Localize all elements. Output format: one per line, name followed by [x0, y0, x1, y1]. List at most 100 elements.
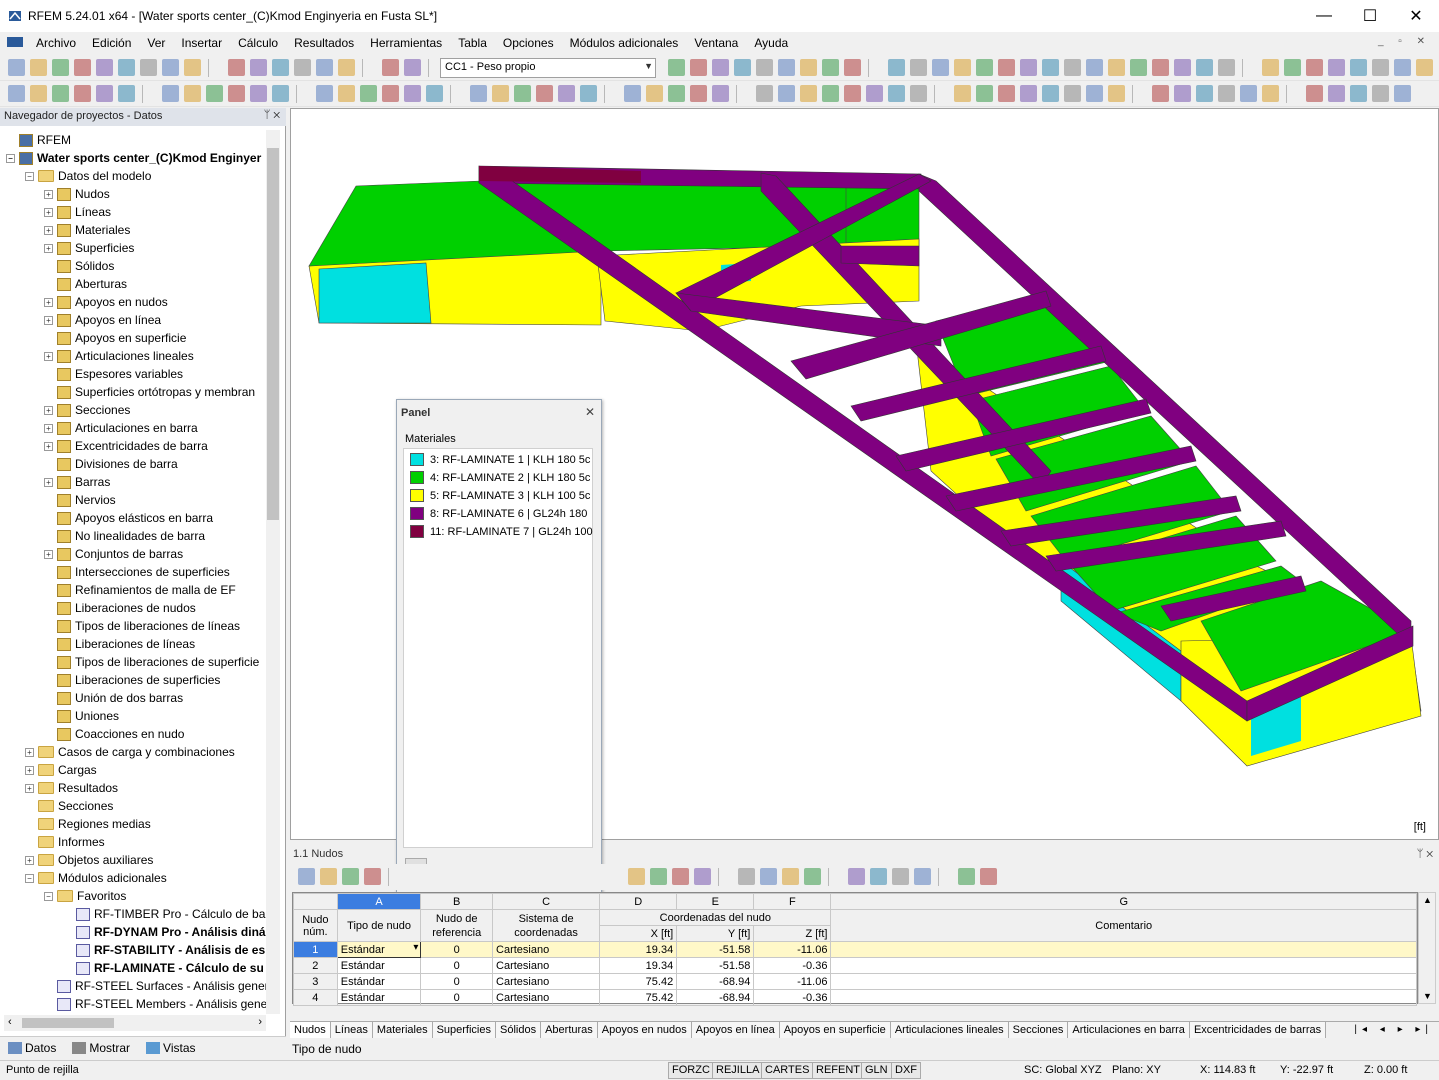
col-g-header[interactable]: G [830, 893, 1417, 910]
toolbar-tool-icon[interactable] [954, 59, 971, 76]
toolbar-tool-icon[interactable] [1306, 85, 1323, 102]
tree-node[interactable]: + Excentricidades de barra [44, 437, 208, 455]
cell-x[interactable]: 75.42 [599, 973, 678, 990]
sheet-tab[interactable]: Apoyos en línea [691, 1022, 780, 1038]
toolbar-tool-icon[interactable] [1152, 59, 1169, 76]
tree-node[interactable]: + Materiales [44, 221, 130, 239]
toolbar-tool-icon[interactable] [822, 59, 839, 76]
mdi-controls-icon[interactable]: _ ▫ ✕ [1378, 36, 1431, 47]
toolbar-tool-icon[interactable] [738, 868, 755, 885]
tree-node[interactable]: RF-STEEL Surfaces - Análisis gener [44, 977, 269, 995]
toggle-gln[interactable]: GLN [861, 1062, 892, 1079]
toolbar-tool-icon[interactable] [800, 59, 817, 76]
cell-y[interactable]: -68.94 [676, 989, 755, 1006]
toolbar-tool-icon[interactable] [1306, 59, 1323, 76]
toolbar-tool-icon[interactable] [96, 59, 113, 76]
toolbar-tool-icon[interactable] [1262, 59, 1279, 76]
toolbar-tool-icon[interactable] [118, 85, 135, 102]
expand-icon[interactable]: + [44, 207, 53, 217]
cell-x[interactable]: 19.34 [599, 941, 678, 958]
collapse-icon[interactable]: − [44, 891, 53, 901]
toolbar-tool-icon[interactable] [74, 85, 91, 102]
row-number[interactable]: 3 [293, 973, 338, 990]
expand-icon[interactable]: + [44, 441, 53, 451]
tree-node[interactable]: Divisiones de barra [44, 455, 178, 473]
toolbar-tool-icon[interactable] [206, 85, 223, 102]
toolbar-tool-icon[interactable] [1174, 85, 1191, 102]
maximize-button[interactable]: ☐ [1347, 0, 1393, 32]
toolbar-tool-icon[interactable] [932, 59, 949, 76]
toolbar-tool-icon[interactable] [804, 868, 821, 885]
toolbar-tool-icon[interactable] [1108, 85, 1125, 102]
toolbar-tool-icon[interactable] [1086, 59, 1103, 76]
toggle-forzc[interactable]: FORZC [668, 1062, 714, 1079]
toolbar-tool-icon[interactable] [1218, 85, 1235, 102]
cell-comentario[interactable] [830, 957, 1417, 974]
toolbar-tool-icon[interactable] [1218, 59, 1235, 76]
tree-node[interactable]: + Cargas [25, 761, 97, 779]
tree-node[interactable]: + Nudos [44, 185, 110, 203]
toolbar-tool-icon[interactable] [690, 59, 707, 76]
sheet-tab[interactable]: Articulaciones en barra [1068, 1022, 1190, 1038]
cell-y[interactable]: -51.58 [676, 957, 755, 974]
toolbar-tool-icon[interactable] [998, 59, 1015, 76]
toolbar-tool-icon[interactable] [272, 59, 289, 76]
toggle-refent[interactable]: REFENT [812, 1062, 864, 1079]
toolbar-tool-icon[interactable] [294, 59, 311, 76]
toolbar-tool-icon[interactable] [1152, 85, 1169, 102]
expand-icon[interactable]: + [44, 477, 53, 487]
toolbar-tool-icon[interactable] [914, 868, 931, 885]
row-number[interactable]: 1 [293, 941, 338, 958]
toolbar-tool-icon[interactable] [1196, 85, 1213, 102]
tree-node[interactable]: + Secciones [44, 401, 130, 419]
toolbar-tool-icon[interactable] [118, 59, 135, 76]
toolbar-tool-icon[interactable] [778, 59, 795, 76]
toolbar-tool-icon[interactable] [250, 59, 267, 76]
tree-node[interactable]: Liberaciones de superficies [44, 671, 220, 689]
tree-node[interactable]: + Barras [44, 473, 110, 491]
toggle-dxf[interactable]: DXF [891, 1062, 921, 1079]
toolbar-tool-icon[interactable] [690, 85, 707, 102]
cell-sistema[interactable]: Cartesiano [492, 957, 601, 974]
menu-calculo[interactable]: Cálculo [230, 36, 286, 50]
tree-node[interactable]: Liberaciones de nudos [44, 599, 196, 617]
tree-node[interactable]: + Objetos auxiliares [25, 851, 153, 869]
cell-y[interactable]: -51.58 [676, 941, 755, 958]
collapse-icon[interactable]: − [25, 873, 34, 883]
table-row[interactable]: 2 Estándar 0 Cartesiano 19.34 -51.58 -0.36 [293, 957, 1417, 974]
toolbar-tool-icon[interactable] [624, 85, 641, 102]
toolbar-tool-icon[interactable] [628, 868, 645, 885]
toolbar-tool-icon[interactable] [650, 868, 667, 885]
cell-tipo[interactable]: Estándar [336, 989, 422, 1006]
toolbar-tool-icon[interactable] [184, 85, 201, 102]
toolbar-tool-icon[interactable] [910, 59, 927, 76]
load-case-select[interactable]: CC1 - Peso propio ▼ [440, 58, 656, 78]
tree-node[interactable]: RF-DYNAM Pro - Análisis diná [63, 923, 266, 941]
tree-node[interactable]: + Resultados [25, 779, 118, 797]
tree-node[interactable]: Liberaciones de líneas [44, 635, 195, 653]
toolbar-tool-icon[interactable] [404, 85, 421, 102]
toolbar-tool-icon[interactable] [1042, 59, 1059, 76]
cell-x[interactable]: 19.34 [599, 957, 678, 974]
toolbar-tool-icon[interactable] [228, 85, 245, 102]
toolbar-tool-icon[interactable] [844, 59, 861, 76]
chevron-down-icon[interactable]: ▾ [413, 942, 418, 953]
menu-ayuda[interactable]: Ayuda [746, 36, 796, 50]
toolbar-tool-icon[interactable] [1328, 59, 1345, 76]
sheet-tab[interactable]: Apoyos en nudos [597, 1022, 692, 1038]
col-b-header[interactable]: B [420, 893, 494, 910]
toolbar-tool-icon[interactable] [320, 868, 337, 885]
tree-node[interactable]: Regiones medias [25, 815, 151, 833]
tab-datos[interactable]: Datos [0, 1041, 64, 1055]
toolbar-tool-icon[interactable] [162, 85, 179, 102]
toolbar-tool-icon[interactable] [140, 59, 157, 76]
pin-icon[interactable]: ᛘ ✕ [1417, 848, 1433, 860]
toolbar-tool-icon[interactable] [250, 85, 267, 102]
cell-comentario[interactable] [830, 973, 1417, 990]
menu-opciones[interactable]: Opciones [495, 36, 562, 50]
toolbar-tool-icon[interactable] [866, 85, 883, 102]
toolbar-tool-icon[interactable] [382, 85, 399, 102]
col-f-header[interactable]: F [753, 893, 832, 910]
expand-icon[interactable]: + [44, 549, 53, 559]
toolbar-tool-icon[interactable] [162, 59, 179, 76]
